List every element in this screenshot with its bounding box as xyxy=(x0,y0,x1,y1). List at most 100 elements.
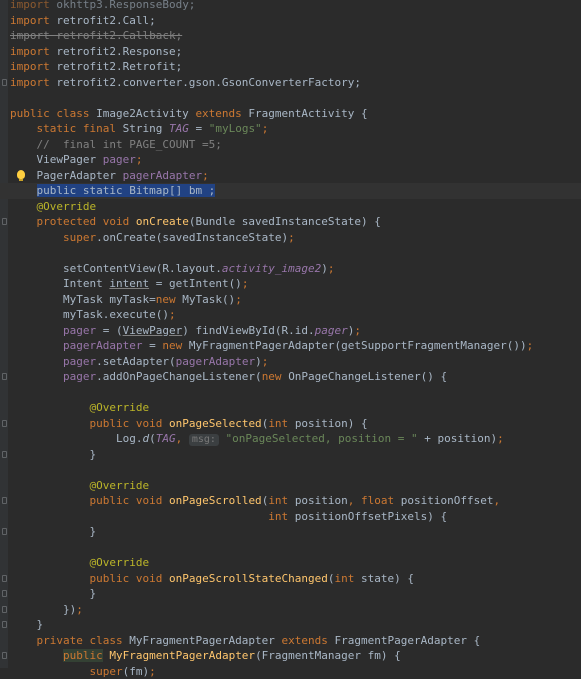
code-line[interactable] xyxy=(0,385,581,401)
fold-marker-icon[interactable] xyxy=(2,451,7,458)
fold-marker-icon[interactable] xyxy=(2,528,7,535)
code-line[interactable]: } xyxy=(0,447,581,463)
code-line[interactable]: private class MyFragmentPagerAdapter ext… xyxy=(0,633,581,649)
code-line[interactable]: ViewPager pager; xyxy=(0,152,581,168)
code-token: ; xyxy=(76,603,83,616)
code-line[interactable]: super(fm); xyxy=(0,664,581,679)
fold-marker-icon[interactable] xyxy=(2,606,7,613)
code-line[interactable]: } xyxy=(0,617,581,633)
code-token: Intent xyxy=(10,277,109,290)
code-line[interactable]: public static Bitmap[] bm ; xyxy=(0,183,581,199)
code-token: setContentView(R.layout. xyxy=(10,262,222,275)
code-token xyxy=(10,649,63,662)
code-line[interactable] xyxy=(0,540,581,556)
code-line[interactable]: public MyFragmentPagerAdapter(FragmentMa… xyxy=(0,648,581,664)
code-line[interactable]: } xyxy=(0,586,581,602)
code-line[interactable]: public class Image2Activity extends Frag… xyxy=(0,106,581,122)
fold-marker-icon[interactable] xyxy=(2,373,7,380)
fold-marker-icon[interactable] xyxy=(2,497,7,504)
code-text: public static Bitmap[] bm ; xyxy=(10,183,215,199)
code-token: MyFragmentPagerAdapter(getSupportFragmen… xyxy=(189,339,527,352)
code-line[interactable]: super.onCreate(savedInstanceState); xyxy=(0,230,581,246)
code-line[interactable]: public void onPageSelected(int position)… xyxy=(0,416,581,432)
code-token: ( xyxy=(328,572,335,585)
code-line[interactable]: Intent intent = getIntent(); xyxy=(0,276,581,292)
code-token: positionOffset xyxy=(401,494,494,507)
code-text: import retrofit2.Retrofit; xyxy=(10,59,182,75)
fold-marker-icon[interactable] xyxy=(2,420,7,427)
code-line[interactable]: setContentView(R.layout.activity_image2)… xyxy=(0,261,581,277)
code-token: ; xyxy=(262,122,269,135)
code-text: int positionOffsetPixels) { xyxy=(10,509,447,525)
code-token: (Bundle savedInstanceState) { xyxy=(189,215,381,228)
code-line[interactable]: pagerAdapter = new MyFragmentPagerAdapte… xyxy=(0,338,581,354)
code-line[interactable] xyxy=(0,90,581,106)
code-line[interactable]: MyTask myTask=new MyTask(); xyxy=(0,292,581,308)
code-token: ; xyxy=(497,432,504,445)
code-token xyxy=(10,634,37,647)
code-line[interactable]: }); xyxy=(0,602,581,618)
fold-marker-icon[interactable] xyxy=(2,621,7,628)
code-line[interactable]: myTask.execute(); xyxy=(0,307,581,323)
code-line[interactable]: static final String TAG = "myLogs"; xyxy=(0,121,581,137)
code-line[interactable]: import okhttp3.ResponseBody; xyxy=(0,0,581,13)
code-line[interactable]: public void onPageScrollStateChanged(int… xyxy=(0,571,581,587)
code-line[interactable]: import retrofit2.Callback; xyxy=(0,28,581,44)
code-line[interactable]: pager.addOnPageChangeListener(new OnPage… xyxy=(0,369,581,385)
code-token: new xyxy=(162,339,189,352)
code-line[interactable]: Log.d(TAG, msg: "onPageSelected, positio… xyxy=(0,431,581,447)
code-line[interactable]: pager.setAdapter(pagerAdapter); xyxy=(0,354,581,370)
code-line[interactable]: protected void onCreate(Bundle savedInst… xyxy=(0,214,581,230)
code-token: extends xyxy=(282,634,335,647)
code-line[interactable]: import retrofit2.Response; xyxy=(0,44,581,60)
code-line[interactable] xyxy=(0,245,581,261)
fold-marker-icon[interactable] xyxy=(2,590,7,597)
code-line[interactable]: } xyxy=(0,524,581,540)
code-line[interactable]: @Override xyxy=(0,555,581,571)
code-line[interactable]: import retrofit2.converter.gson.GsonConv… xyxy=(0,75,581,91)
code-line[interactable]: // final int PAGE_COUNT =5; xyxy=(0,137,581,153)
code-text: Log.d(TAG, msg: "onPageSelected, positio… xyxy=(10,431,504,447)
fold-marker-icon[interactable] xyxy=(2,218,7,225)
code-token: ) xyxy=(321,262,328,275)
code-line[interactable]: @Override xyxy=(0,400,581,416)
code-token: positionOffsetPixels) { xyxy=(295,510,447,523)
code-line[interactable]: int positionOffsetPixels) { xyxy=(0,509,581,525)
code-line[interactable]: pager = (ViewPager) findViewById(R.id.pa… xyxy=(0,323,581,339)
code-token: protected void xyxy=(37,215,136,228)
code-token: pagerAdapter xyxy=(63,339,149,352)
code-text: import retrofit2.converter.gson.GsonConv… xyxy=(10,75,361,91)
code-token: , float xyxy=(348,494,401,507)
fold-marker-icon[interactable] xyxy=(2,575,7,582)
code-token xyxy=(10,370,63,383)
code-token: super xyxy=(63,231,96,244)
code-token: ; xyxy=(149,665,156,678)
code-text: }); xyxy=(10,602,83,618)
code-line[interactable]: @Override xyxy=(0,478,581,494)
code-editor[interactable]: import okhttp3.ResponseBody;import retro… xyxy=(0,0,581,668)
code-text: private class MyFragmentPagerAdapter ext… xyxy=(10,633,480,649)
code-token: ; xyxy=(354,324,361,337)
code-line[interactable]: public void onPageScrolled(int position,… xyxy=(0,493,581,509)
fold-marker-icon[interactable] xyxy=(2,79,7,86)
code-token: int xyxy=(268,510,295,523)
code-token: ; xyxy=(262,355,269,368)
code-line[interactable]: import retrofit2.Call; xyxy=(0,13,581,29)
code-token: super xyxy=(89,665,122,678)
code-token xyxy=(219,432,226,445)
code-text: // final int PAGE_COUNT =5; xyxy=(10,137,222,153)
code-token: ; xyxy=(242,277,249,290)
code-token: pager xyxy=(63,355,96,368)
code-token: state) { xyxy=(361,572,414,585)
fold-marker-icon[interactable] xyxy=(2,652,7,659)
code-token: intent xyxy=(109,277,149,290)
code-token: pagerAdapter xyxy=(123,169,202,182)
code-line[interactable]: import retrofit2.Retrofit; xyxy=(0,59,581,75)
code-line[interactable]: PagerAdapter pagerAdapter; xyxy=(0,168,581,184)
code-token: static final xyxy=(37,122,123,135)
code-line[interactable]: @Override xyxy=(0,199,581,215)
parameter-hint: msg: xyxy=(189,434,219,446)
code-text: ViewPager pager; xyxy=(10,152,142,168)
code-token: = ( xyxy=(103,324,123,337)
code-line[interactable] xyxy=(0,462,581,478)
